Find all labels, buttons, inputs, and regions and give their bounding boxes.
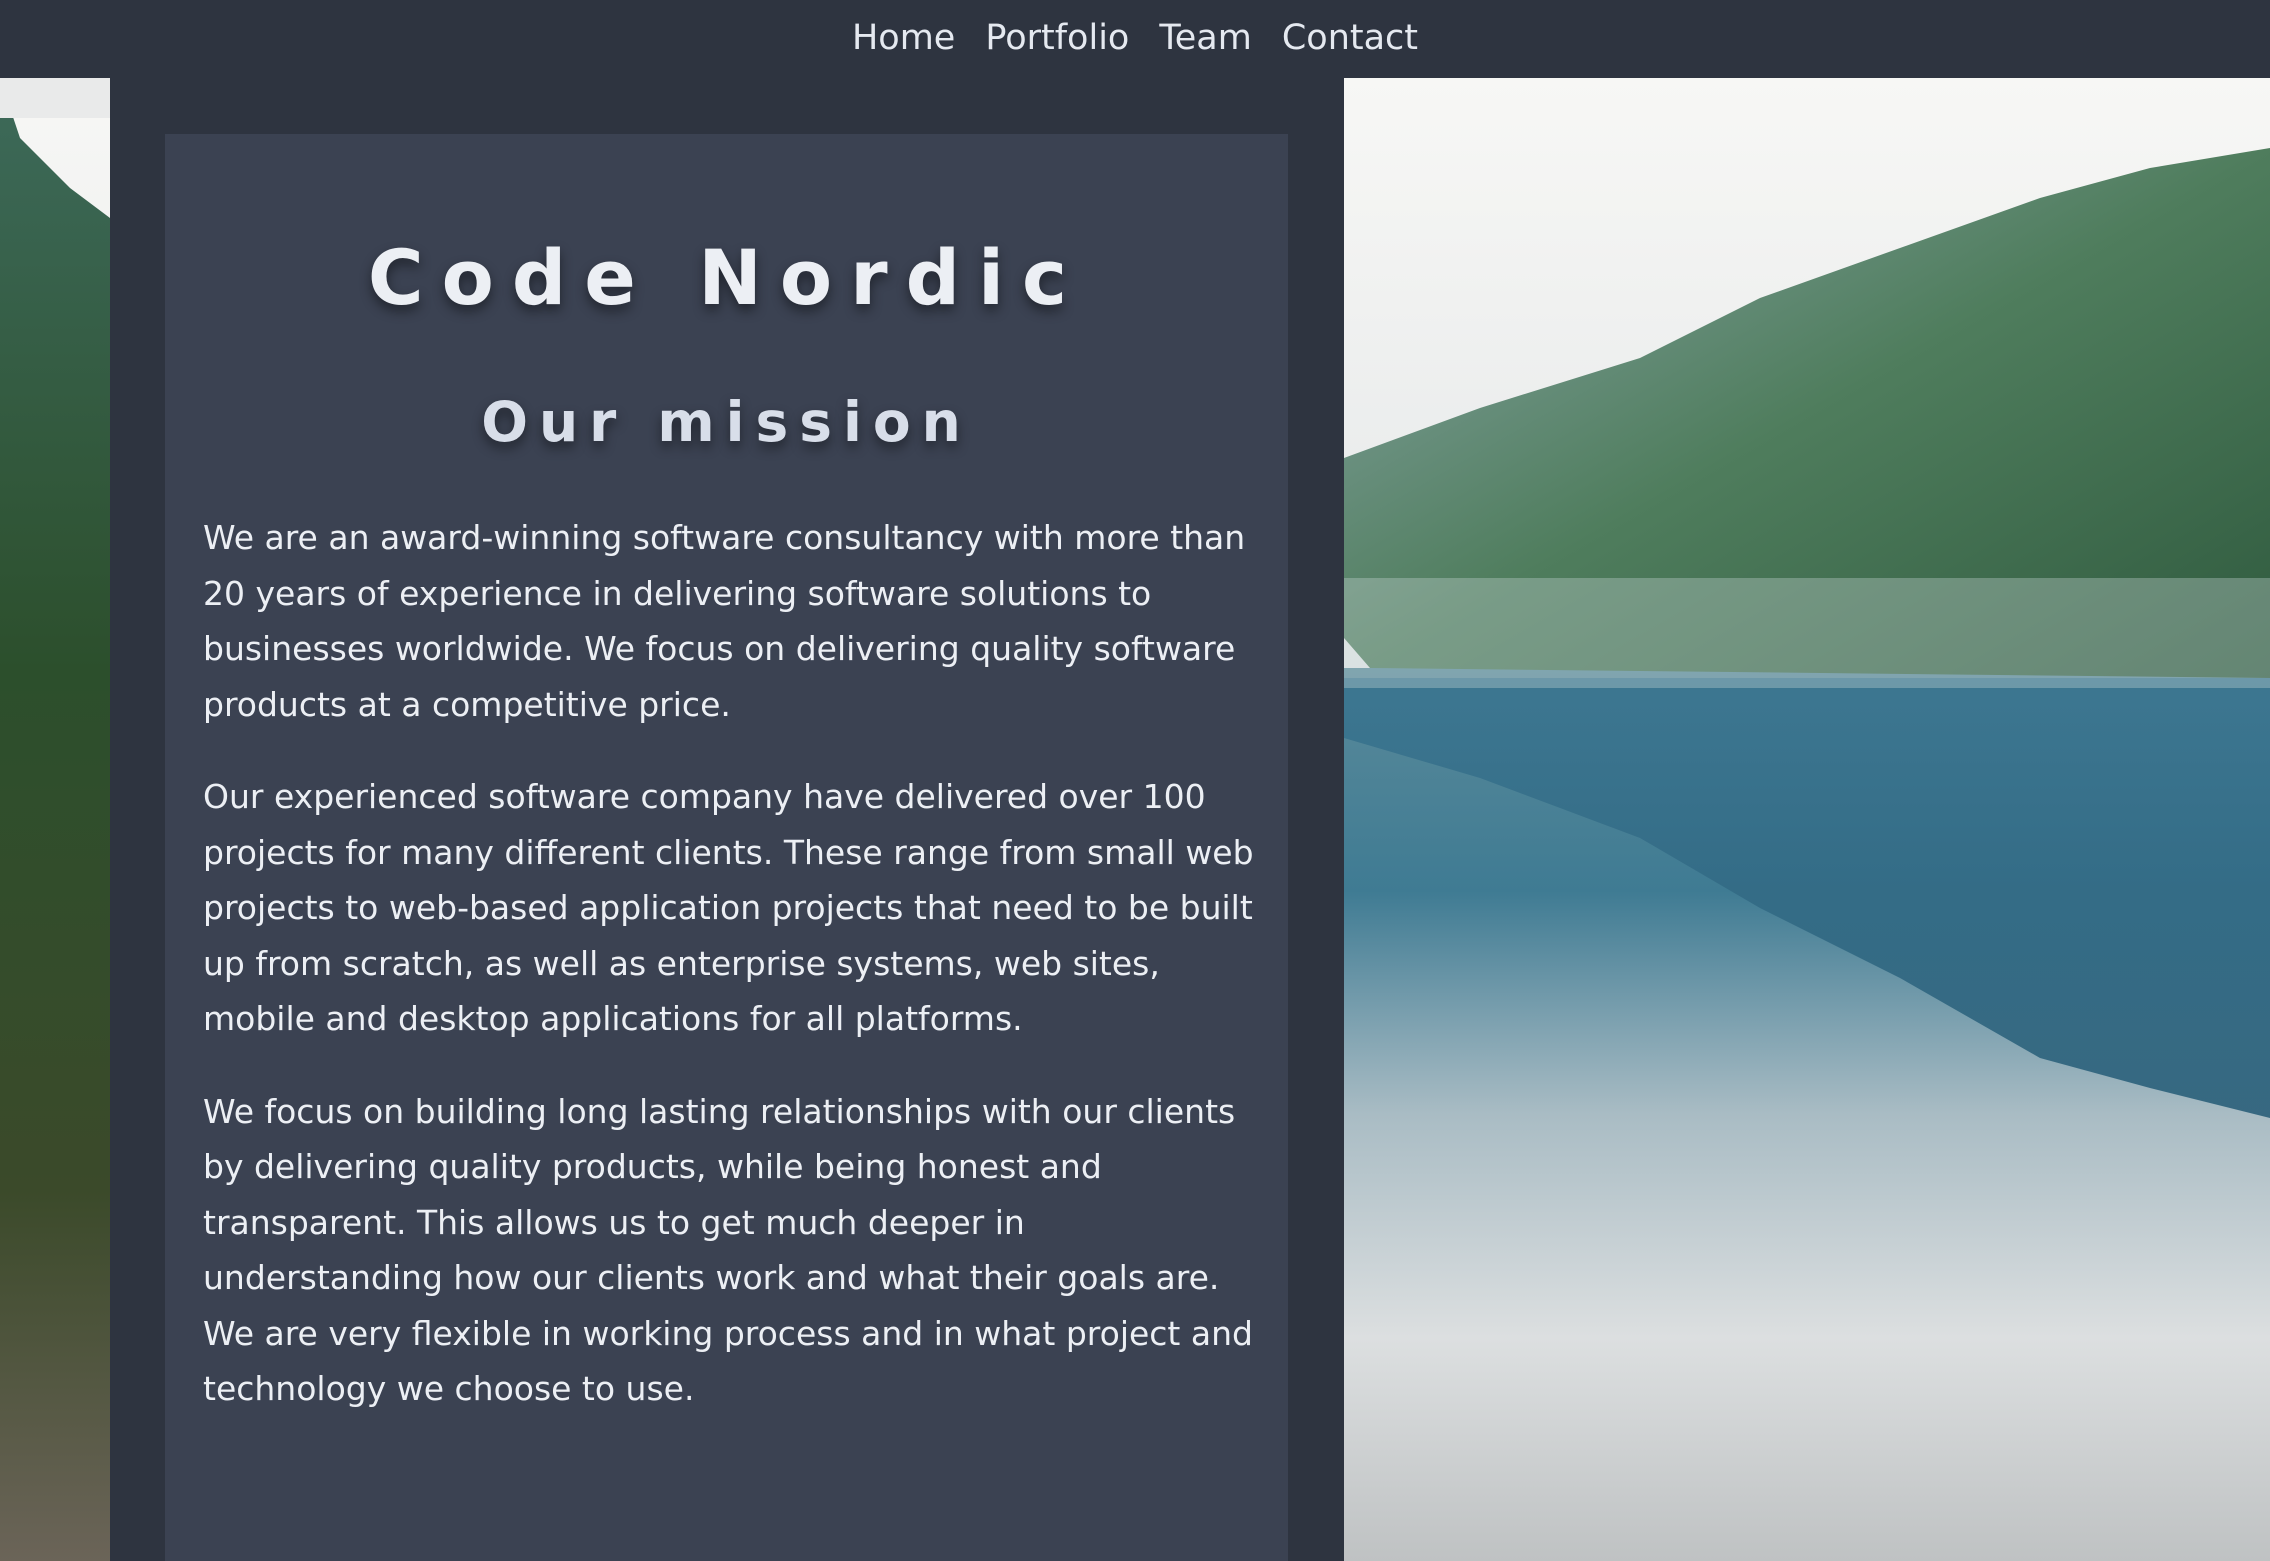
nav-link-portfolio[interactable]: Portfolio [985, 18, 1129, 58]
mission-heading: Our mission [481, 390, 972, 454]
site-title: Code Nordic [367, 233, 1086, 322]
mission-paragraph: We are an award-winning software consult… [203, 518, 1246, 724]
mission-text: We are an award-winning software consult… [203, 510, 1263, 1454]
top-navigation-bar: Home Portfolio Team Contact [0, 0, 2270, 78]
nav-link-home[interactable]: Home [852, 18, 955, 58]
mission-paragraph: We focus on building long lasting relati… [203, 1091, 1253, 1409]
nav-link-team[interactable]: Team [1159, 18, 1252, 58]
nav-link-contact[interactable]: Contact [1282, 18, 1418, 58]
mission-paragraph: Our experienced software company have de… [203, 777, 1254, 1038]
page: Home Portfolio Team Contact Code Nordic … [0, 0, 2270, 1561]
